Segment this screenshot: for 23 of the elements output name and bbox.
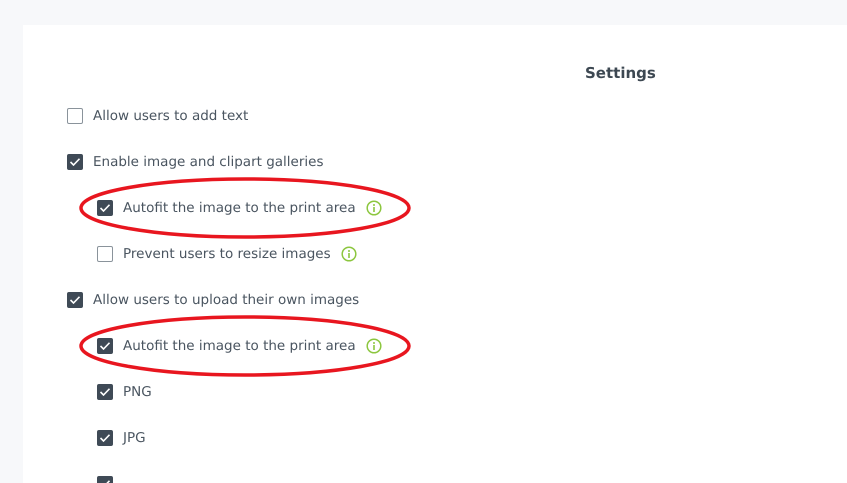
checkbox[interactable] xyxy=(67,108,83,124)
option-label: Prevent users to resize images xyxy=(123,246,331,262)
option-label: Allow users to upload their own images xyxy=(93,292,360,308)
check-icon xyxy=(100,434,110,442)
option-label: Autofit the image to the print area xyxy=(123,200,356,216)
check-icon xyxy=(100,204,110,212)
checkbox[interactable] xyxy=(97,384,113,400)
option-label: PNG xyxy=(123,384,152,400)
check-icon xyxy=(70,158,80,166)
check-icon xyxy=(100,342,110,350)
checkbox[interactable] xyxy=(97,338,113,354)
option-label: Autofit the image to the print area xyxy=(123,338,356,354)
checkbox[interactable] xyxy=(97,200,113,216)
checkbox[interactable] xyxy=(97,246,113,262)
option-label: JPG xyxy=(123,430,146,446)
checkbox[interactable] xyxy=(67,154,83,170)
option-label: Enable image and clipart galleries xyxy=(93,154,324,170)
checkbox[interactable] xyxy=(97,430,113,446)
settings-title: Settings xyxy=(585,64,656,82)
option-label: Allow users to add text xyxy=(93,108,248,124)
checkbox[interactable] xyxy=(67,292,83,308)
check-icon xyxy=(70,296,80,304)
check-icon xyxy=(100,388,110,396)
